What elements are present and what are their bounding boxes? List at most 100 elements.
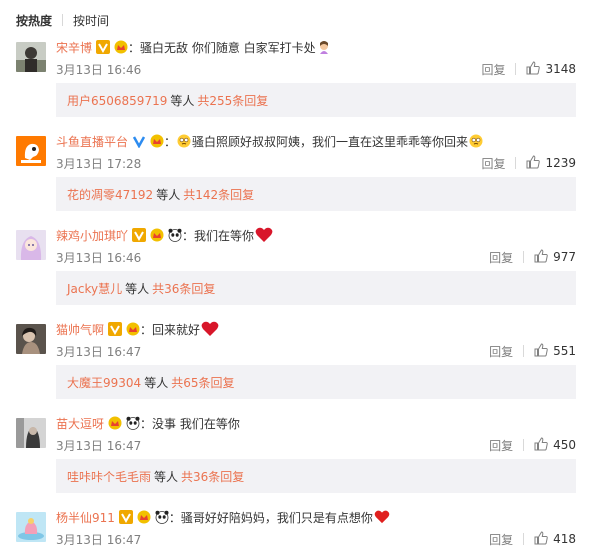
- reply-user-link[interactable]: 花的凋零47192: [67, 186, 153, 203]
- replies-connector-text: 等人: [144, 375, 169, 390]
- username-link[interactable]: 猫帅气啊: [56, 321, 104, 338]
- action-divider: [523, 345, 525, 357]
- comment-item: 苗大逗呀 ： 没事 我们在等你 3月13日 16:47 回复 450 哇咔咔个毛…: [0, 413, 591, 507]
- pleading-face-emoji-icon: [469, 134, 483, 148]
- replies-connector-text: 等人: [170, 93, 195, 108]
- avatar[interactable]: [16, 230, 46, 260]
- replies-connector-text: 等人: [154, 469, 179, 484]
- like-button[interactable]: 551: [534, 342, 576, 360]
- comment-item: 斗鱼直播平台 ： 骚白照顾好叔叔阿姨，我们一直在这里乖乖等你回来 3月13日 1…: [0, 131, 591, 225]
- comment-text: 回来就好: [152, 322, 201, 337]
- reply-count-link[interactable]: 共65条回复: [171, 374, 234, 391]
- red-heart-icon: [374, 510, 390, 524]
- action-divider: [523, 533, 525, 545]
- like-button[interactable]: 1239: [526, 154, 576, 172]
- reply-user-link[interactable]: Jacky慧儿: [67, 280, 122, 297]
- action-divider: [515, 157, 517, 169]
- avatar[interactable]: [16, 324, 46, 354]
- member-crown-icon: [137, 510, 151, 524]
- like-count: 1239: [545, 156, 576, 170]
- comment-text: 没事 我们在等你: [152, 416, 240, 431]
- sort-divider: [62, 14, 64, 26]
- replies-connector-text: 等人: [125, 281, 150, 296]
- thumbs-up-icon: [526, 154, 541, 172]
- member-crown-icon: [150, 134, 164, 148]
- panda-badge-icon: [155, 510, 169, 524]
- avatar[interactable]: [16, 512, 46, 542]
- reply-button[interactable]: 回复: [489, 343, 513, 360]
- verified-v-blue-icon: [132, 134, 146, 149]
- comment-time: 3月13日 16:47: [56, 438, 142, 453]
- panda-badge-icon: [126, 416, 140, 430]
- replies-summary: 花的凋零47192 等人 共142条回复: [56, 177, 576, 211]
- reply-count-link[interactable]: 共36条回复: [152, 280, 215, 297]
- action-divider: [523, 439, 525, 451]
- reply-button[interactable]: 回复: [489, 437, 513, 454]
- like-count: 551: [553, 344, 576, 358]
- like-button[interactable]: 3148: [526, 60, 576, 78]
- raising-hand-emoji-icon: [317, 40, 331, 54]
- verified-v-icon: [118, 510, 133, 524]
- username-link[interactable]: 斗鱼直播平台: [56, 133, 128, 150]
- like-button[interactable]: 418: [534, 530, 576, 548]
- action-divider: [523, 251, 525, 263]
- replies-summary: 用户6506859719 等人 共255条回复: [56, 83, 576, 117]
- sort-by-hot-tab[interactable]: 按热度: [16, 12, 52, 29]
- red-heart-icon: [255, 227, 273, 243]
- reply-count-link[interactable]: 共255条回复: [197, 92, 268, 109]
- username-link[interactable]: 杨半仙911: [56, 509, 115, 526]
- thumbs-up-icon: [534, 530, 548, 548]
- pleading-face-emoji-icon: [177, 134, 191, 148]
- reply-count-link[interactable]: 共142条回复: [183, 186, 254, 203]
- avatar[interactable]: [16, 136, 46, 166]
- reply-button[interactable]: 回复: [489, 249, 513, 266]
- comment-item: 杨半仙911 ： 骚哥好好陪妈妈，我们只是有点想你 3月13日 16:47 回复…: [0, 507, 591, 559]
- thumbs-up-icon: [526, 60, 541, 78]
- comment-item: 宋辛博 ： 骚白无敌 你们随意 白家军打卡处 3月13日 16:46 回复 31…: [0, 37, 591, 131]
- username-link[interactable]: 辣鸡小加琪吖: [56, 227, 128, 244]
- comment-time: 3月13日 17:28: [56, 156, 142, 171]
- sort-by-time-tab[interactable]: 按时间: [73, 12, 109, 29]
- sort-bar: 按热度 按时间: [16, 11, 109, 29]
- comment-text: 骚白照顾好叔叔阿姨，我们一直在这里乖乖等你回来: [192, 134, 469, 149]
- comment-time: 3月13日 16:46: [56, 250, 142, 265]
- member-crown-icon: [150, 228, 164, 242]
- avatar[interactable]: [16, 418, 46, 448]
- reply-button[interactable]: 回复: [481, 61, 505, 78]
- replies-connector-text: 等人: [156, 187, 181, 202]
- thumbs-up-icon: [534, 436, 548, 454]
- verified-v-icon: [96, 40, 111, 54]
- member-crown-icon: [126, 322, 140, 336]
- username-link[interactable]: 宋辛博: [56, 39, 92, 56]
- reply-count-link[interactable]: 共36条回复: [181, 468, 244, 485]
- verified-v-icon: [132, 228, 147, 242]
- like-count: 977: [553, 250, 576, 264]
- reply-user-link[interactable]: 用户6506859719: [67, 92, 167, 109]
- avatar[interactable]: [16, 42, 46, 72]
- comment-text: 我们在等你: [194, 228, 255, 243]
- comment-time: 3月13日 16:47: [56, 532, 142, 547]
- panda-badge-icon: [168, 228, 182, 242]
- reply-button[interactable]: 回复: [489, 531, 513, 548]
- replies-summary: Jacky慧儿 等人 共36条回复: [56, 271, 576, 305]
- red-heart-icon: [201, 321, 219, 337]
- action-divider: [515, 63, 517, 75]
- comment-text: 骚白无敌 你们随意 白家军打卡处: [140, 40, 316, 55]
- comment-item: 辣鸡小加琪吖 ： 我们在等你 3月13日 16:46 回复 977 Jacky慧…: [0, 225, 591, 319]
- reply-button[interactable]: 回复: [481, 155, 505, 172]
- replies-summary: 大魔王99304 等人 共65条回复: [56, 365, 576, 399]
- thumbs-up-icon: [534, 248, 548, 266]
- verified-v-icon: [108, 322, 123, 336]
- like-count: 3148: [545, 62, 576, 76]
- username-link[interactable]: 苗大逗呀: [56, 415, 104, 432]
- comment-text: 骚哥好好陪妈妈，我们只是有点想你: [180, 510, 373, 525]
- comment-time: 3月13日 16:47: [56, 344, 142, 359]
- reply-user-link[interactable]: 哇咔咔个毛毛雨: [67, 468, 151, 485]
- comment-time: 3月13日 16:46: [56, 62, 142, 77]
- comment-item: 猫帅气啊 ： 回来就好 3月13日 16:47 回复 551 大魔王99304 …: [0, 319, 591, 413]
- like-button[interactable]: 977: [534, 248, 576, 266]
- reply-user-link[interactable]: 大魔王99304: [67, 374, 141, 391]
- member-crown-icon: [108, 416, 122, 430]
- like-button[interactable]: 450: [534, 436, 576, 454]
- replies-summary: 哇咔咔个毛毛雨 等人 共36条回复: [56, 459, 576, 493]
